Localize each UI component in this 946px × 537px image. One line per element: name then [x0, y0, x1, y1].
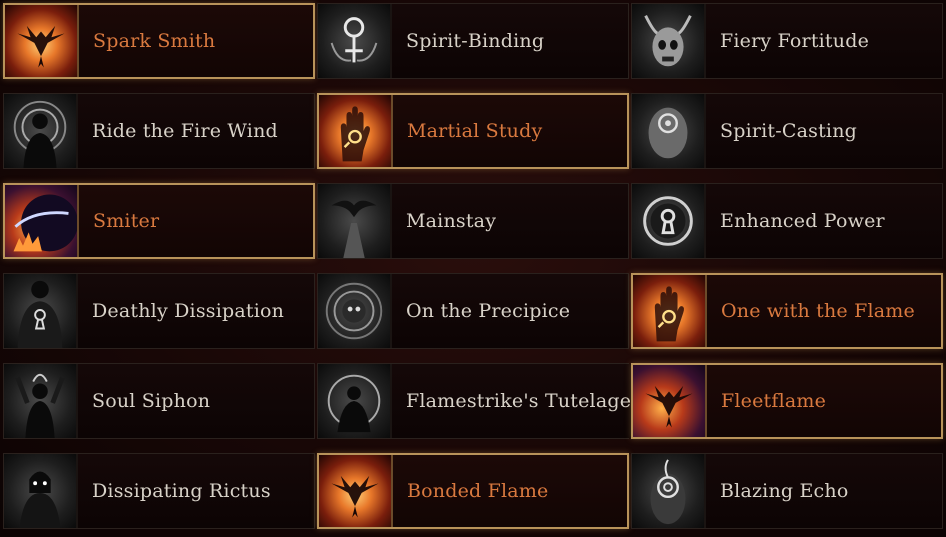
talent-label-box: On the Precipice [392, 274, 628, 348]
talent-label-box: Spark Smith [79, 5, 313, 77]
talent-label-box: Spirit-Binding [392, 4, 628, 78]
talent-node[interactable]: On the Precipice [317, 273, 629, 349]
talent-node[interactable]: Bonded Flame [317, 453, 629, 529]
crow-bridge-icon [318, 184, 392, 258]
talent-node[interactable]: Spirit-Casting [631, 93, 943, 169]
talent-label-box: Ride the Fire Wind [78, 94, 314, 168]
talent-label: Blazing Echo [720, 480, 849, 502]
talent-node[interactable]: Blazing Echo [631, 453, 943, 529]
talent-label-box: Soul Siphon [78, 364, 314, 438]
talent-label-box: Dissipating Rictus [78, 454, 314, 528]
talent-label: Mainstay [406, 210, 497, 232]
talent-node[interactable]: One with the Flame [631, 273, 943, 349]
talent-node[interactable]: Flamestrike's Tutelage [317, 363, 632, 439]
raised-arms-figure-icon [4, 364, 78, 438]
talent-label: Spirit-Casting [720, 120, 857, 142]
burning-hand-icon [319, 95, 393, 167]
talent-label: Fiery Fortitude [720, 30, 870, 52]
talent-label-box: One with the Flame [707, 275, 941, 347]
talent-label-box: Martial Study [393, 95, 627, 167]
talent-label: Ride the Fire Wind [92, 120, 278, 142]
talent-node[interactable]: Enhanced Power [631, 183, 943, 259]
talent-label: Smiter [93, 210, 160, 232]
eclipse-fire-icon [5, 185, 79, 257]
spirit-sigil-icon [318, 4, 392, 78]
talent-node[interactable]: Dissipating Rictus [3, 453, 315, 529]
talent-label-box: Enhanced Power [706, 184, 942, 258]
silhouette-aura-icon [4, 94, 78, 168]
keyhole-figure-icon [4, 274, 78, 348]
phoenix-icon [5, 5, 79, 77]
spiral-head-icon [632, 454, 706, 528]
horned-skull-icon [632, 4, 706, 78]
head-eye-icon [632, 94, 706, 168]
talent-node[interactable]: Fleetflame [631, 363, 943, 439]
phoenix-icon [633, 365, 707, 437]
talent-label-box: Mainstay [392, 184, 628, 258]
talent-label-box: Bonded Flame [393, 455, 627, 527]
talent-node[interactable]: Spirit-Binding [317, 3, 629, 79]
talent-node[interactable]: Spark Smith [3, 3, 315, 79]
talent-node[interactable]: Ride the Fire Wind [3, 93, 315, 169]
talent-label-box: Flamestrike's Tutelage [392, 364, 632, 438]
talent-label: Soul Siphon [92, 390, 211, 412]
meditating-figure-icon [318, 364, 392, 438]
grim-figure-icon [4, 454, 78, 528]
talent-label: Bonded Flame [407, 480, 549, 502]
talent-label-box: Blazing Echo [706, 454, 942, 528]
talent-label: Flamestrike's Tutelage [406, 390, 632, 412]
talent-label-box: Fleetflame [707, 365, 941, 437]
talent-label: Martial Study [407, 120, 543, 142]
talent-label: Deathly Dissipation [92, 300, 285, 322]
talent-node[interactable]: Fiery Fortitude [631, 3, 943, 79]
talent-label: Dissipating Rictus [92, 480, 271, 502]
talent-label: Fleetflame [721, 390, 827, 412]
talent-node[interactable]: Mainstay [317, 183, 629, 259]
talent-grid: Spark Smith Spirit-Binding Fiery Fortitu… [0, 0, 946, 537]
talent-node[interactable]: Deathly Dissipation [3, 273, 315, 349]
talent-label: Spirit-Binding [406, 30, 545, 52]
vortex-skull-icon [318, 274, 392, 348]
burning-hand-icon [633, 275, 707, 347]
talent-node[interactable]: Soul Siphon [3, 363, 315, 439]
talent-label: One with the Flame [721, 300, 915, 322]
talent-label-box: Deathly Dissipation [78, 274, 314, 348]
talent-label: Spark Smith [93, 30, 216, 52]
talent-label-box: Smiter [79, 185, 313, 257]
talent-node[interactable]: Smiter [3, 183, 315, 259]
talent-label-box: Spirit-Casting [706, 94, 942, 168]
keyhole-circle-icon [632, 184, 706, 258]
phoenix-icon [319, 455, 393, 527]
talent-label: Enhanced Power [720, 210, 885, 232]
talent-label-box: Fiery Fortitude [706, 4, 942, 78]
talent-label: On the Precipice [406, 300, 571, 322]
talent-node[interactable]: Martial Study [317, 93, 629, 169]
